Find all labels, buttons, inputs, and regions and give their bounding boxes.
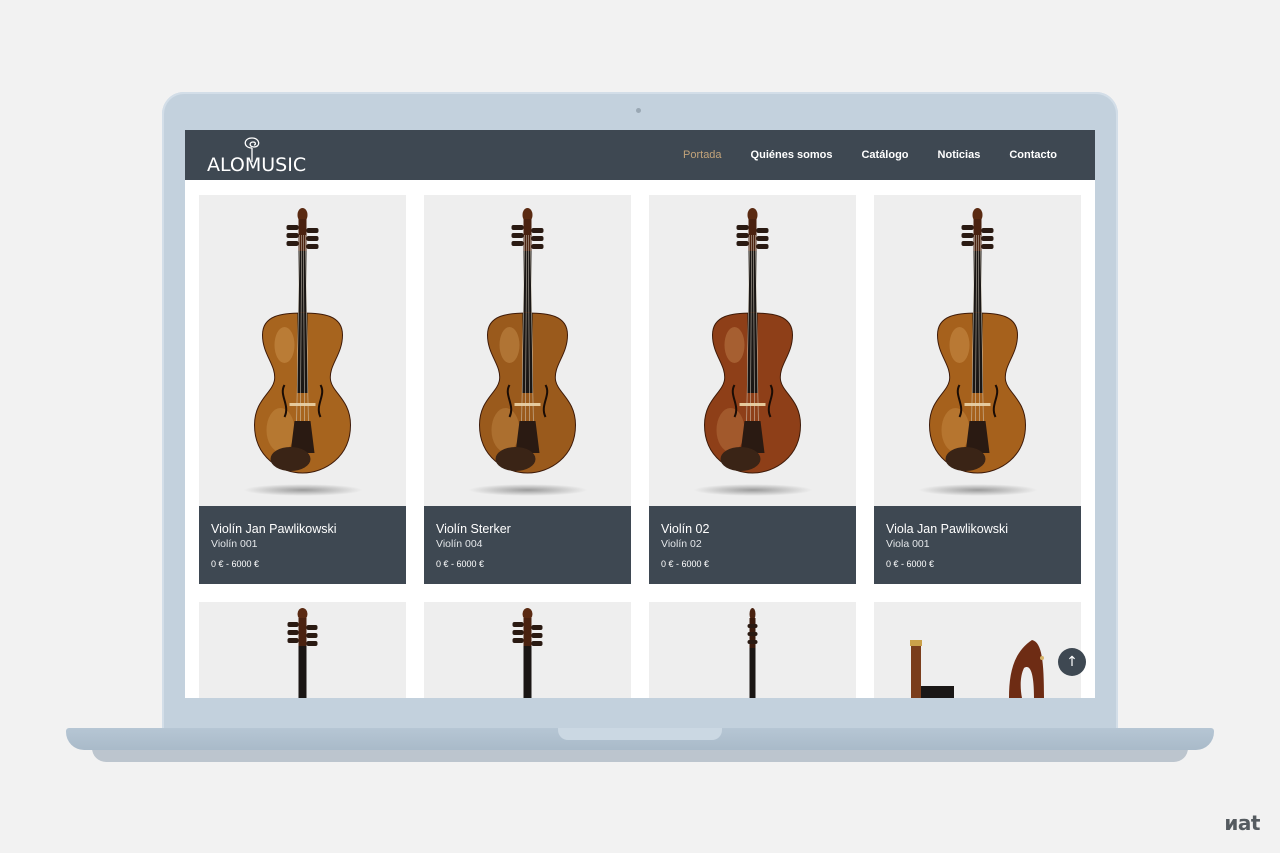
product-image[interactable] <box>874 602 1081 698</box>
product-card[interactable]: Violín 02 Violín 02 0 € - 6000 € <box>649 195 856 584</box>
product-price: 0 € - 6000 € <box>211 559 260 569</box>
nav-portada[interactable]: Portada <box>683 149 722 161</box>
product-info: Viola Jan Pawlikowski Viola 001 0 € - 60… <box>874 506 1081 584</box>
product-image[interactable] <box>649 602 856 698</box>
product-price: 0 € - 6000 € <box>436 559 485 569</box>
product-card[interactable]: Violín Sterker Violín 004 0 € - 6000 € <box>424 195 631 584</box>
bow-frog-image <box>910 640 1044 698</box>
product-shadow <box>467 484 588 496</box>
violin-image <box>928 208 1027 474</box>
product-info: Violín Jan Pawlikowski Violín 001 0 € - … <box>199 506 406 584</box>
site-logo[interactable]: ALOMUSIC <box>207 137 307 176</box>
product-card[interactable] <box>874 602 1081 698</box>
product-image[interactable] <box>199 195 406 506</box>
product-card[interactable] <box>649 602 856 698</box>
logo-text: ALOMUSIC <box>207 154 307 176</box>
product-info: Violín Sterker Violín 004 0 € - 6000 € <box>424 506 631 584</box>
violin-scroll-image <box>512 608 543 698</box>
violin-image <box>478 208 577 474</box>
product-price: 0 € - 6000 € <box>886 559 935 569</box>
product-shadow <box>242 484 363 496</box>
product-subtitle: Violín 02 <box>661 538 702 550</box>
nav-noticias[interactable]: Noticias <box>938 149 981 161</box>
product-card[interactable] <box>424 602 631 698</box>
laptop-screen: ALOMUSIC Portada Quiénes somos Catálogo … <box>185 130 1095 698</box>
product-image[interactable] <box>424 195 631 506</box>
watermark-logo: иat <box>1224 811 1260 835</box>
site-header: ALOMUSIC Portada Quiénes somos Catálogo … <box>185 130 1095 180</box>
product-title[interactable]: Violín Sterker <box>436 522 619 536</box>
arrow-up-icon: ↑ <box>1066 654 1078 670</box>
product-shadow <box>917 484 1038 496</box>
camera-dot <box>636 108 641 113</box>
product-image[interactable] <box>199 602 406 698</box>
product-title[interactable]: Violín 02 <box>661 522 844 536</box>
product-info: Violín 02 Violín 02 0 € - 6000 € <box>649 506 856 584</box>
laptop-notch <box>558 728 722 740</box>
product-subtitle: Violín 004 <box>436 538 483 550</box>
product-card[interactable]: Violín Jan Pawlikowski Violín 001 0 € - … <box>199 195 406 584</box>
product-grid: Violín Jan Pawlikowski Violín 001 0 € - … <box>199 195 1081 698</box>
nav-catalogo[interactable]: Catálogo <box>861 149 908 161</box>
product-card[interactable] <box>199 602 406 698</box>
product-card[interactable]: Viola Jan Pawlikowski Viola 001 0 € - 60… <box>874 195 1081 584</box>
product-title[interactable]: Viola Jan Pawlikowski <box>886 522 1069 536</box>
product-image[interactable] <box>874 195 1081 506</box>
product-image[interactable] <box>424 602 631 698</box>
main-nav: Portada Quiénes somos Catálogo Noticias … <box>683 130 1057 180</box>
product-subtitle: Viola 001 <box>886 538 930 550</box>
product-subtitle: Violín 001 <box>211 538 258 550</box>
violin-image <box>253 208 352 474</box>
product-shadow <box>692 484 813 496</box>
back-to-top-button[interactable]: ↑ <box>1058 648 1086 676</box>
laptop-base-shadow <box>92 748 1188 762</box>
product-title[interactable]: Violín Jan Pawlikowski <box>211 522 394 536</box>
violin-image <box>703 208 802 474</box>
product-price: 0 € - 6000 € <box>661 559 710 569</box>
nav-quienes-somos[interactable]: Quiénes somos <box>751 149 833 161</box>
violin-scroll-image <box>287 608 318 698</box>
violin-side-image <box>747 608 758 698</box>
product-image[interactable] <box>649 195 856 506</box>
nav-contacto[interactable]: Contacto <box>1009 149 1057 161</box>
